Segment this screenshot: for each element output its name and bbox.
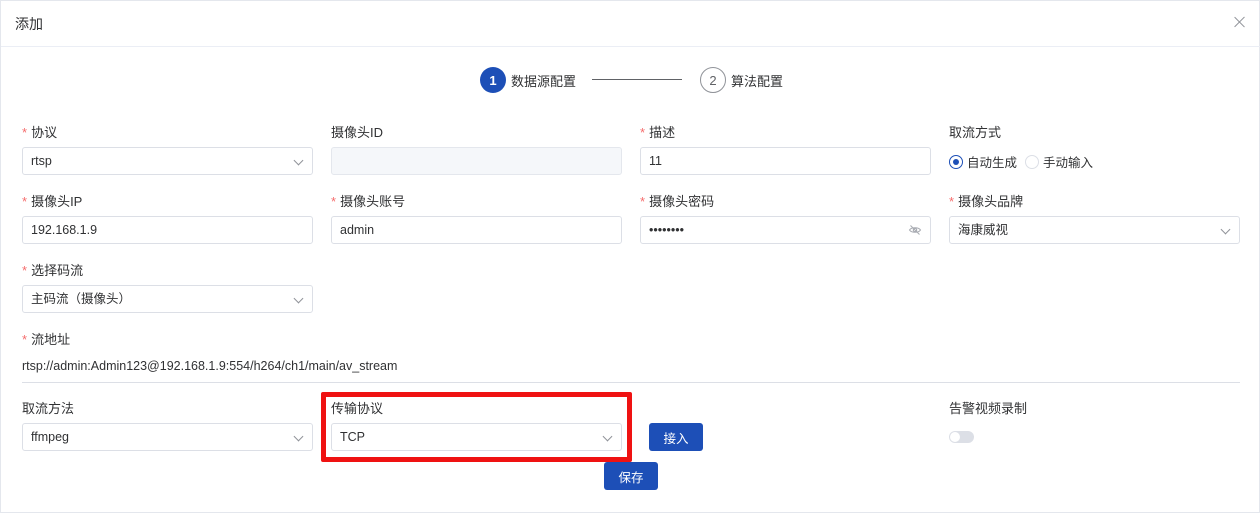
description-input[interactable]: 11	[640, 147, 931, 175]
dialog-title: 添加	[15, 16, 43, 32]
step-algorithm[interactable]: 2 算法配置	[700, 67, 783, 93]
protocol-select[interactable]: rtsp	[22, 147, 313, 175]
chevron-down-icon	[293, 155, 304, 166]
camera-account-label: * 摄像头账号	[331, 194, 406, 209]
radio-auto-generate[interactable]: 自动生成	[949, 152, 1017, 171]
radio-manual-input[interactable]: 手动输入	[1025, 152, 1093, 171]
description-label: * 描述	[640, 125, 676, 140]
step-number: 1	[480, 67, 506, 93]
camera-password-input[interactable]: ••••••••	[640, 216, 931, 244]
add-dialog: 添加 1 数据源配置 2 算法配置 * 协议 rtsp 摄像头ID * 描述 11 …	[0, 0, 1260, 513]
stream-mode-label: 取流方式	[949, 125, 1002, 140]
pull-method-label: 取流方法	[22, 401, 75, 416]
camera-ip-label: * 摄像头IP	[22, 194, 83, 209]
stream-url-label: * 流地址	[22, 332, 71, 347]
radio-checked-icon	[949, 154, 963, 169]
pull-method-value: ffmpeg	[31, 430, 69, 444]
save-button[interactable]: 保存	[604, 462, 658, 490]
radio-unchecked-icon	[1025, 154, 1040, 169]
protocol-label: * 协议	[22, 125, 58, 140]
step-label: 算法配置	[731, 73, 784, 89]
stream-mode-radio-group: 自动生成 手动输入	[949, 152, 1101, 171]
step-number: 2	[700, 67, 726, 93]
camera-password-label: * 摄像头密码	[640, 194, 715, 209]
step-data-source[interactable]: 1 数据源配置	[480, 67, 576, 93]
description-value: 11	[649, 154, 662, 168]
camera-ip-input[interactable]: 192.168.1.9	[22, 216, 313, 244]
camera-id-input	[331, 147, 622, 175]
stream-select[interactable]: 主码流（摄像头）	[22, 285, 313, 313]
eye-hidden-icon[interactable]	[908, 223, 922, 237]
highlight-box	[321, 392, 632, 462]
alarm-record-switch[interactable]	[949, 431, 974, 443]
camera-ip-value: 192.168.1.9	[31, 223, 98, 237]
chevron-down-icon	[293, 293, 304, 304]
camera-brand-label: * 摄像头品牌	[949, 194, 1024, 209]
chevron-down-icon	[293, 431, 304, 442]
stream-url-value: rtsp://admin:Admin123@192.168.1.9:554/h2…	[22, 359, 398, 373]
step-label: 数据源配置	[511, 73, 577, 89]
step-connector	[592, 79, 682, 80]
camera-brand-select[interactable]: 海康威视	[949, 216, 1240, 244]
dialog-header: 添加	[1, 1, 1260, 47]
stream-select-value: 主码流（摄像头）	[31, 292, 132, 306]
section-divider	[22, 382, 1240, 383]
camera-account-value: admin	[340, 223, 375, 237]
radio-label: 手动输入	[1043, 156, 1094, 170]
chevron-down-icon	[1220, 224, 1231, 235]
close-icon[interactable]	[1231, 13, 1249, 31]
camera-password-value: ••••••••	[649, 223, 685, 237]
radio-label: 自动生成	[967, 156, 1018, 170]
pull-method-select[interactable]: ffmpeg	[22, 423, 313, 451]
alarm-record-label: 告警视频录制	[949, 401, 1028, 416]
stream-select-label: * 选择码流	[22, 263, 84, 278]
camera-account-input[interactable]: admin	[331, 216, 622, 244]
camera-brand-value: 海康威视	[958, 223, 1009, 237]
protocol-value: rtsp	[31, 154, 52, 168]
camera-id-label: 摄像头ID	[331, 125, 384, 140]
connect-button[interactable]: 接入	[649, 423, 703, 451]
